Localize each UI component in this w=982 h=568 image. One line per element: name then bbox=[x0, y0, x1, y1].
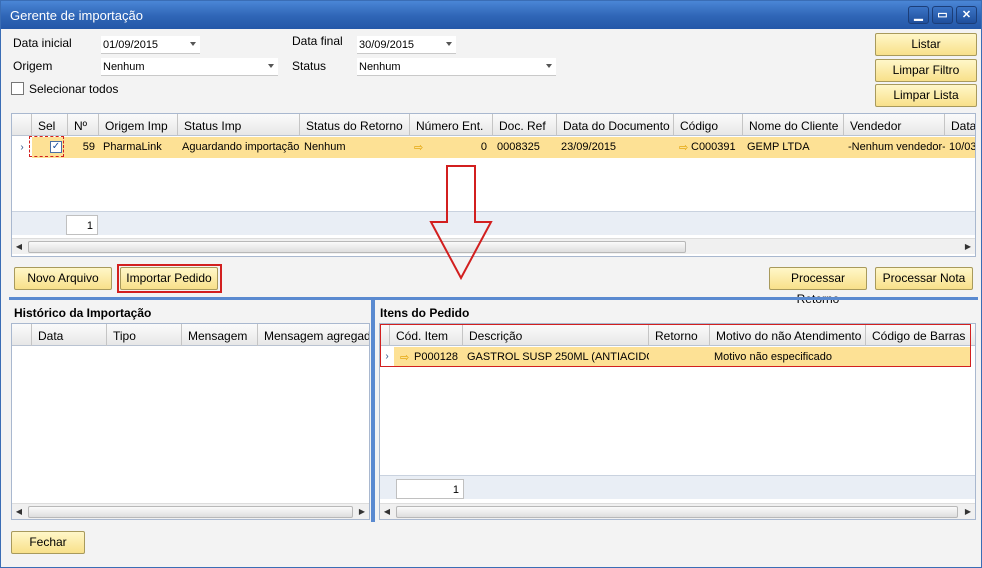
annotation-itens-box bbox=[380, 324, 971, 367]
col-numero[interactable]: Nº bbox=[68, 114, 99, 136]
row-header-cell bbox=[12, 324, 32, 346]
processar-retorno-button[interactable]: Processar Retorno bbox=[769, 267, 867, 306]
data-final-value: 30/09/2015 bbox=[359, 39, 415, 51]
minimize-icon[interactable]: ▁ bbox=[908, 6, 929, 24]
cell-data-doc: 23/09/2015 bbox=[561, 141, 617, 153]
col-numero-ent[interactable]: Número Ent. bbox=[410, 114, 493, 136]
origem-value: Nenhum bbox=[103, 61, 145, 73]
window-title: Gerente de importação bbox=[10, 8, 143, 23]
historico-grid-header: Data Tipo Mensagem Mensagem agregada bbox=[12, 324, 369, 346]
scroll-right-icon[interactable]: ▶ bbox=[961, 504, 975, 519]
novo-arquivo-button[interactable]: Novo Arquivo bbox=[14, 267, 112, 290]
chevron-down-icon bbox=[446, 42, 452, 46]
historico-hscrollbar[interactable]: ◀ ▶ bbox=[12, 503, 369, 519]
processar-nota-button[interactable]: Processar Nota bbox=[875, 267, 973, 290]
annotation-importar-box bbox=[117, 264, 222, 293]
listar-button[interactable]: Listar bbox=[875, 33, 977, 56]
scroll-right-icon[interactable]: ▶ bbox=[355, 504, 369, 519]
down-arrow-annotation-icon bbox=[429, 165, 493, 281]
cell-data: 10/03 bbox=[949, 141, 976, 153]
import-grid-pager: 1 bbox=[12, 211, 975, 235]
historico-title: Histórico da Importação bbox=[14, 306, 152, 320]
page-number-field[interactable]: 1 bbox=[396, 479, 464, 499]
origem-label: Origem bbox=[13, 59, 53, 73]
historico-grid: Data Tipo Mensagem Mensagem agregada ◀ ▶ bbox=[11, 323, 370, 520]
col-sel[interactable]: Sel bbox=[32, 114, 68, 136]
col-status-imp[interactable]: Status Imp bbox=[178, 114, 300, 136]
itens-hscrollbar[interactable]: ◀ ▶ bbox=[380, 503, 975, 519]
limpar-lista-button[interactable]: Limpar Lista bbox=[875, 84, 977, 107]
annotation-checkbox-box bbox=[29, 136, 64, 157]
origem-select[interactable]: Nenhum bbox=[101, 58, 278, 76]
cell-vendedor: -Nenhum vendedor- bbox=[848, 141, 945, 153]
col-data[interactable]: Data bbox=[32, 324, 107, 346]
row-header-cell bbox=[12, 114, 32, 136]
scroll-right-icon[interactable]: ▶ bbox=[961, 239, 975, 255]
link-arrow-icon[interactable]: ⇨ bbox=[410, 137, 430, 157]
col-vendedor[interactable]: Vendedor bbox=[844, 114, 945, 136]
col-origem-imp[interactable]: Origem Imp bbox=[99, 114, 178, 136]
cell-status-retorno: Nenhum bbox=[304, 141, 346, 153]
import-grid-hscrollbar[interactable]: ◀ ▶ bbox=[12, 238, 975, 254]
status-select[interactable]: Nenhum bbox=[357, 58, 556, 76]
import-grid-header: Sel Nº Origem Imp Status Imp Status do R… bbox=[12, 114, 975, 136]
col-codigo[interactable]: Código bbox=[674, 114, 743, 136]
col-mensagem[interactable]: Mensagem bbox=[182, 324, 258, 346]
col-mensagem-agregada[interactable]: Mensagem agregada bbox=[258, 324, 369, 346]
horizontal-splitter[interactable] bbox=[9, 297, 978, 300]
data-final-label: Data final bbox=[292, 34, 343, 48]
close-icon[interactable]: ✕ bbox=[956, 6, 977, 24]
cell-cliente: GEMP LTDA bbox=[747, 141, 810, 153]
import-grid: Sel Nº Origem Imp Status Imp Status do R… bbox=[11, 113, 976, 257]
scroll-thumb[interactable] bbox=[28, 241, 686, 253]
col-tipo[interactable]: Tipo bbox=[107, 324, 182, 346]
col-nome-cliente[interactable]: Nome do Cliente bbox=[743, 114, 844, 136]
selecionar-todos-checkbox[interactable] bbox=[11, 82, 24, 95]
data-inicial-label: Data inicial bbox=[13, 36, 72, 50]
cell-doc-ref: 0008325 bbox=[497, 141, 540, 153]
scroll-thumb[interactable] bbox=[28, 506, 353, 518]
import-manager-window: Gerente de importação ▁ ▭ ✕ Data inicial… bbox=[0, 0, 982, 568]
cell-origem: PharmaLink bbox=[103, 141, 162, 153]
cell-numero-ent: 0 bbox=[480, 141, 487, 153]
selecionar-todos-label: Selecionar todos bbox=[29, 82, 119, 96]
table-row[interactable]: ✓ 59 PharmaLink Aguardando importação Ne… bbox=[32, 137, 976, 158]
data-inicial-value: 01/09/2015 bbox=[103, 39, 159, 51]
status-label: Status bbox=[292, 59, 327, 73]
page-number-field[interactable]: 1 bbox=[66, 215, 98, 235]
cell-numero: 59 bbox=[82, 141, 95, 153]
status-value: Nenhum bbox=[359, 61, 401, 73]
cell-codigo: C000391 bbox=[691, 141, 736, 153]
chevron-down-icon bbox=[268, 64, 274, 68]
col-status-retorno[interactable]: Status do Retorno bbox=[300, 114, 410, 136]
itens-title: Itens do Pedido bbox=[380, 306, 470, 320]
chevron-down-icon bbox=[546, 64, 552, 68]
vertical-splitter[interactable] bbox=[371, 300, 375, 522]
col-doc-ref[interactable]: Doc. Ref bbox=[493, 114, 557, 136]
maximize-icon[interactable]: ▭ bbox=[932, 6, 953, 24]
scroll-left-icon[interactable]: ◀ bbox=[380, 504, 394, 519]
cell-status-imp: Aguardando importação bbox=[182, 141, 300, 153]
title-bar: Gerente de importação ▁ ▭ ✕ bbox=[1, 1, 981, 29]
scroll-left-icon[interactable]: ◀ bbox=[12, 504, 26, 519]
limpar-filtro-button[interactable]: Limpar Filtro bbox=[875, 59, 977, 82]
chevron-down-icon bbox=[190, 42, 196, 46]
scroll-thumb[interactable] bbox=[396, 506, 958, 518]
itens-grid-pager: 1 bbox=[380, 475, 975, 499]
data-final-field[interactable]: 30/09/2015 bbox=[357, 36, 456, 54]
scroll-left-icon[interactable]: ◀ bbox=[12, 239, 26, 255]
col-data-documento[interactable]: Data do Documento bbox=[557, 114, 674, 136]
data-inicial-field[interactable]: 01/09/2015 bbox=[101, 36, 200, 54]
col-data[interactable]: Data bbox=[945, 114, 975, 136]
fechar-button[interactable]: Fechar bbox=[11, 531, 85, 554]
